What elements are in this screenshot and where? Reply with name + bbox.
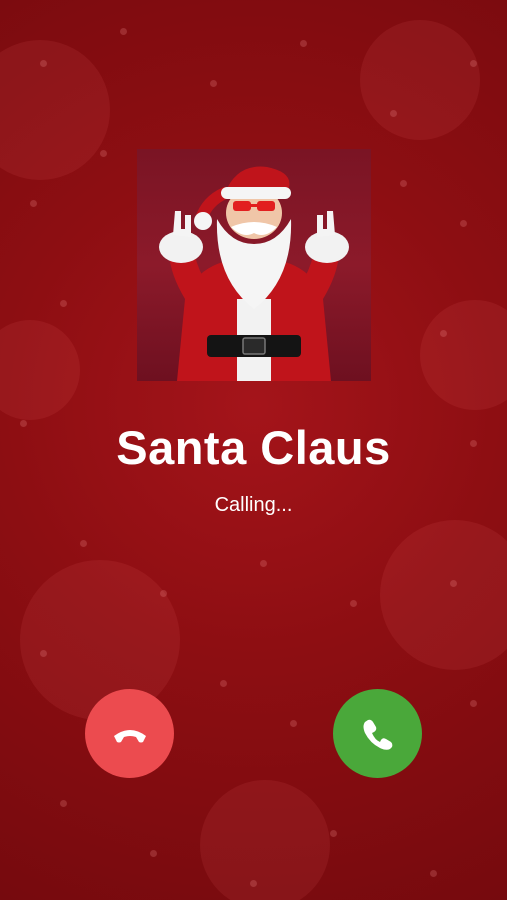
call-status: Calling...	[214, 494, 293, 516]
caller-avatar	[137, 149, 371, 381]
accept-call-button[interactable]	[333, 689, 422, 778]
decline-call-button[interactable]	[85, 689, 174, 778]
caller-name: Santa Claus	[116, 421, 391, 474]
phone-hangup-icon	[113, 729, 146, 742]
santa-avatar-illustration	[159, 166, 349, 381]
phone-icon	[363, 719, 392, 750]
